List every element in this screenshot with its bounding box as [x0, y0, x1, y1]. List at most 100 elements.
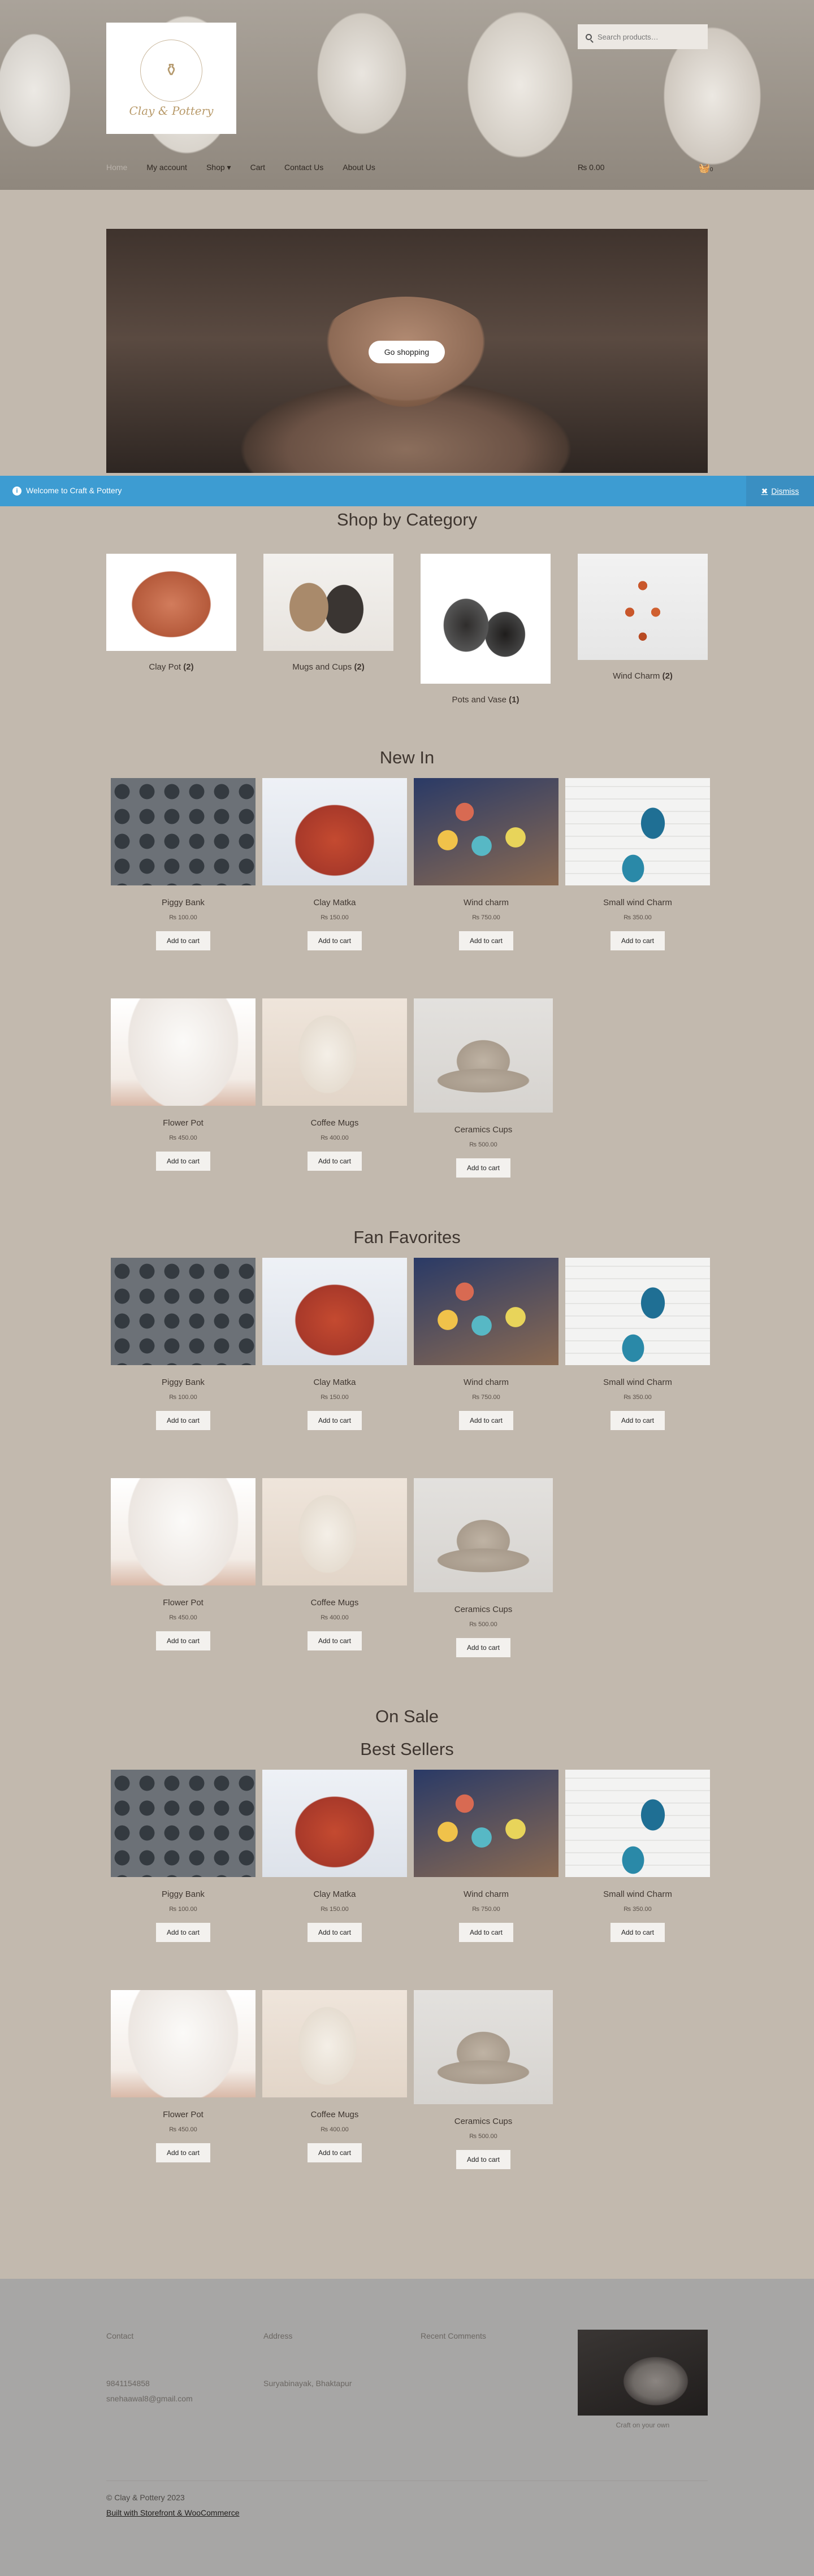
product-name[interactable]: Ceramics Cups — [411, 1125, 556, 1135]
product-image[interactable] — [414, 1478, 553, 1592]
add-to-cart-button[interactable]: Add to cart — [459, 1411, 513, 1430]
add-to-cart-button[interactable]: Add to cart — [456, 2150, 510, 2169]
footer-contact-heading: Contact — [106, 2331, 134, 2340]
close-icon: ✖ — [761, 486, 768, 496]
header-cart-total[interactable]: ₨ 0.00 — [578, 163, 604, 172]
product-price: ₨ 150.00 — [321, 1906, 349, 1913]
dismiss-button[interactable]: ✖ Dismiss — [746, 476, 814, 506]
category-clay-pot[interactable]: Clay Pot (2) — [106, 554, 236, 672]
product-image[interactable] — [111, 1478, 256, 1585]
product-name[interactable]: Clay Matka — [262, 1378, 407, 1387]
product-image[interactable] — [414, 778, 558, 885]
footer-email[interactable]: snehaawal8@gmail.com — [106, 2394, 193, 2403]
product-image[interactable] — [414, 1770, 558, 1877]
product-image[interactable] — [565, 778, 710, 885]
add-to-cart-button[interactable]: Add to cart — [308, 1923, 362, 1942]
add-to-cart-button[interactable]: Add to cart — [156, 2143, 210, 2162]
product-image[interactable] — [262, 1990, 407, 2097]
add-to-cart-button[interactable]: Add to cart — [610, 1923, 665, 1942]
add-to-cart-button[interactable]: Add to cart — [308, 1631, 362, 1650]
product-name[interactable]: Small wind Charm — [565, 898, 710, 907]
add-to-cart-button[interactable]: Add to cart — [308, 1411, 362, 1430]
category-pots-and-vase[interactable]: Pots and Vase (1) — [421, 554, 551, 705]
category-wind-charm[interactable]: Wind Charm (2) — [578, 554, 708, 681]
product-name[interactable]: Coffee Mugs — [262, 1598, 407, 1608]
category-mugs-and-cups[interactable]: Mugs and Cups (2) — [263, 554, 393, 672]
add-to-cart-button[interactable]: Add to cart — [156, 1631, 210, 1650]
product-image[interactable] — [262, 1258, 407, 1365]
product-name[interactable]: Wind charm — [414, 898, 558, 907]
product-name[interactable]: Ceramics Cups — [411, 1605, 556, 1614]
product-price: ₨ 350.00 — [624, 914, 652, 921]
product-name[interactable]: Coffee Mugs — [262, 2110, 407, 2119]
product-image[interactable] — [565, 1770, 710, 1877]
go-shopping-button[interactable]: Go shopping — [369, 341, 445, 363]
footer-phone[interactable]: 9841154858 — [106, 2379, 150, 2388]
product-name[interactable]: Piggy Bank — [111, 1378, 256, 1387]
category-image — [263, 554, 393, 651]
product-image[interactable] — [262, 1478, 407, 1585]
add-to-cart-button[interactable]: Add to cart — [156, 1411, 210, 1430]
basket-icon[interactable]: 🧺0 — [699, 163, 713, 174]
product-image[interactable] — [111, 1258, 256, 1365]
search-placeholder: Search products… — [597, 32, 659, 41]
add-to-cart-button[interactable]: Add to cart — [459, 1923, 513, 1942]
add-to-cart-button[interactable]: Add to cart — [610, 931, 665, 950]
product-name[interactable]: Flower Pot — [111, 1118, 256, 1128]
nav-item-my-account[interactable]: My account — [146, 163, 187, 176]
product-name[interactable]: Clay Matka — [262, 898, 407, 907]
add-to-cart-button[interactable]: Add to cart — [156, 931, 210, 950]
product-price: ₨ 750.00 — [472, 1906, 500, 1913]
product-name[interactable]: Flower Pot — [111, 1598, 256, 1608]
product-name[interactable]: Flower Pot — [111, 2110, 256, 2119]
nav-item-cart[interactable]: Cart — [250, 163, 265, 176]
nav-item-contact-us[interactable]: Contact Us — [284, 163, 323, 176]
product-price: ₨ 100.00 — [169, 1906, 197, 1913]
pottery-icon: ⚱ — [140, 39, 202, 102]
add-to-cart-button[interactable]: Add to cart — [610, 1411, 665, 1430]
product-price: ₨ 100.00 — [169, 914, 197, 921]
nav-item-shop[interactable]: Shop ▾ — [206, 163, 231, 176]
product-image[interactable] — [262, 1770, 407, 1877]
product-image[interactable] — [565, 1258, 710, 1365]
section-heading-on-sale: On Sale — [375, 1706, 439, 1726]
info-icon: i — [12, 486, 21, 496]
product-image[interactable] — [111, 1990, 256, 2097]
add-to-cart-button[interactable]: Add to cart — [308, 931, 362, 950]
product-name[interactable]: Coffee Mugs — [262, 1118, 407, 1128]
add-to-cart-button[interactable]: Add to cart — [459, 931, 513, 950]
product-name[interactable]: Piggy Bank — [111, 898, 256, 907]
nav-item-about-us[interactable]: About Us — [343, 163, 375, 176]
product-image[interactable] — [111, 998, 256, 1106]
add-to-cart-button[interactable]: Add to cart — [456, 1158, 510, 1178]
product-name[interactable]: Wind charm — [414, 1378, 558, 1387]
add-to-cart-button[interactable]: Add to cart — [156, 1152, 210, 1171]
product-name[interactable]: Small wind Charm — [565, 1378, 710, 1387]
product-price: ₨ 400.00 — [321, 1135, 349, 1141]
product-image[interactable] — [262, 778, 407, 885]
search-input[interactable]: Search products… — [578, 24, 708, 49]
footer-built-with-link[interactable]: Built with Storefront & WooCommerce — [106, 2508, 240, 2517]
product-name[interactable]: Clay Matka — [262, 1889, 407, 1899]
nav-item-home[interactable]: Home — [106, 163, 127, 176]
product-price: ₨ 150.00 — [321, 914, 349, 921]
product-image[interactable] — [414, 998, 553, 1113]
site-logo[interactable]: ⚱ Clay & Pottery — [106, 23, 236, 134]
product-name[interactable]: Ceramics Cups — [411, 2117, 556, 2126]
product-image[interactable] — [414, 1258, 558, 1365]
add-to-cart-button[interactable]: Add to cart — [456, 1638, 510, 1657]
product-image[interactable] — [111, 1770, 256, 1877]
product-price: ₨ 400.00 — [321, 2126, 349, 2133]
product-image[interactable] — [111, 778, 256, 885]
footer-copyright: © Clay & Pottery 2023 — [106, 2493, 185, 2502]
add-to-cart-button[interactable]: Add to cart — [156, 1923, 210, 1942]
product-price: ₨ 350.00 — [624, 1394, 652, 1401]
add-to-cart-button[interactable]: Add to cart — [308, 1152, 362, 1171]
product-price: ₨ 350.00 — [624, 1906, 652, 1913]
product-image[interactable] — [262, 998, 407, 1106]
product-name[interactable]: Piggy Bank — [111, 1889, 256, 1899]
product-name[interactable]: Wind charm — [414, 1889, 558, 1899]
product-image[interactable] — [414, 1990, 553, 2104]
add-to-cart-button[interactable]: Add to cart — [308, 2143, 362, 2162]
product-name[interactable]: Small wind Charm — [565, 1889, 710, 1899]
